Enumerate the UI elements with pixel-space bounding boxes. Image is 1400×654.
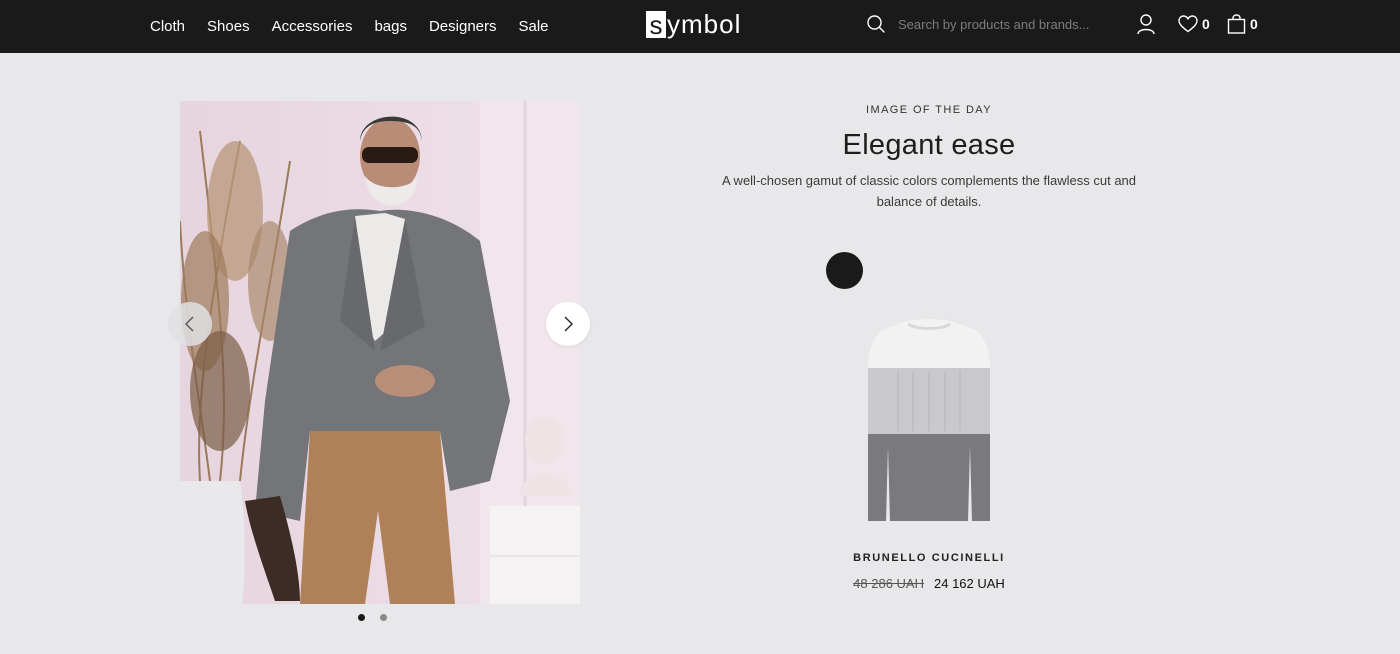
- nav-item-cloth[interactable]: Cloth: [150, 18, 185, 35]
- carousel-prev-button[interactable]: [168, 302, 212, 346]
- logo-mark: s: [646, 10, 666, 39]
- carousel-dot-1[interactable]: [358, 614, 365, 621]
- cart-count: 0: [1250, 16, 1258, 32]
- search-input[interactable]: [898, 12, 1108, 36]
- cart-button[interactable]: 0: [1227, 13, 1258, 35]
- old-price: 48 286 UAH: [853, 576, 924, 591]
- wishlist-count: 0: [1202, 16, 1210, 32]
- nav-item-accessories[interactable]: Accessories: [272, 18, 353, 35]
- nav-item-designers[interactable]: Designers: [429, 18, 497, 35]
- sale-price: 24 162 UAH: [934, 576, 1005, 591]
- wishlist-button[interactable]: 0: [1178, 13, 1210, 35]
- chevron-right-icon: [564, 316, 573, 332]
- carousel-dot-2[interactable]: [380, 614, 387, 621]
- carousel-pagination: [358, 614, 387, 621]
- section-description: A well-chosen gamut of classic colors co…: [721, 173, 1137, 209]
- carousel-next-button[interactable]: [546, 302, 590, 346]
- shopping-bag-icon: [1227, 14, 1246, 34]
- nav-item-sale[interactable]: Sale: [519, 18, 549, 35]
- user-icon[interactable]: [1136, 13, 1156, 35]
- product-price: 48 286 UAH 24 162 UAH: [760, 576, 1098, 591]
- site-logo[interactable]: s ymbol: [646, 9, 741, 39]
- heart-icon: [1178, 15, 1198, 33]
- model-photo: [180, 101, 580, 604]
- product-brand[interactable]: BRUNELLO CUCINELLI: [760, 552, 1098, 564]
- search-icon[interactable]: [866, 14, 886, 34]
- page-title: Elegant ease: [842, 129, 1016, 161]
- chevron-left-icon: [185, 316, 194, 332]
- product-image[interactable]: [858, 316, 1000, 528]
- main-nav: Cloth Shoes Accessories bags Designers S…: [150, 0, 549, 53]
- section-eyebrow: IMAGE OF THE DAY: [866, 104, 992, 116]
- nav-item-shoes[interactable]: Shoes: [207, 18, 250, 35]
- image-of-the-day-carousel[interactable]: [180, 101, 580, 604]
- nav-item-bags[interactable]: bags: [374, 18, 407, 35]
- logo-text: ymbol: [667, 8, 742, 39]
- top-navigation-bar: Cloth Shoes Accessories bags Designers S…: [0, 0, 1400, 53]
- hotspot-marker[interactable]: [826, 252, 863, 289]
